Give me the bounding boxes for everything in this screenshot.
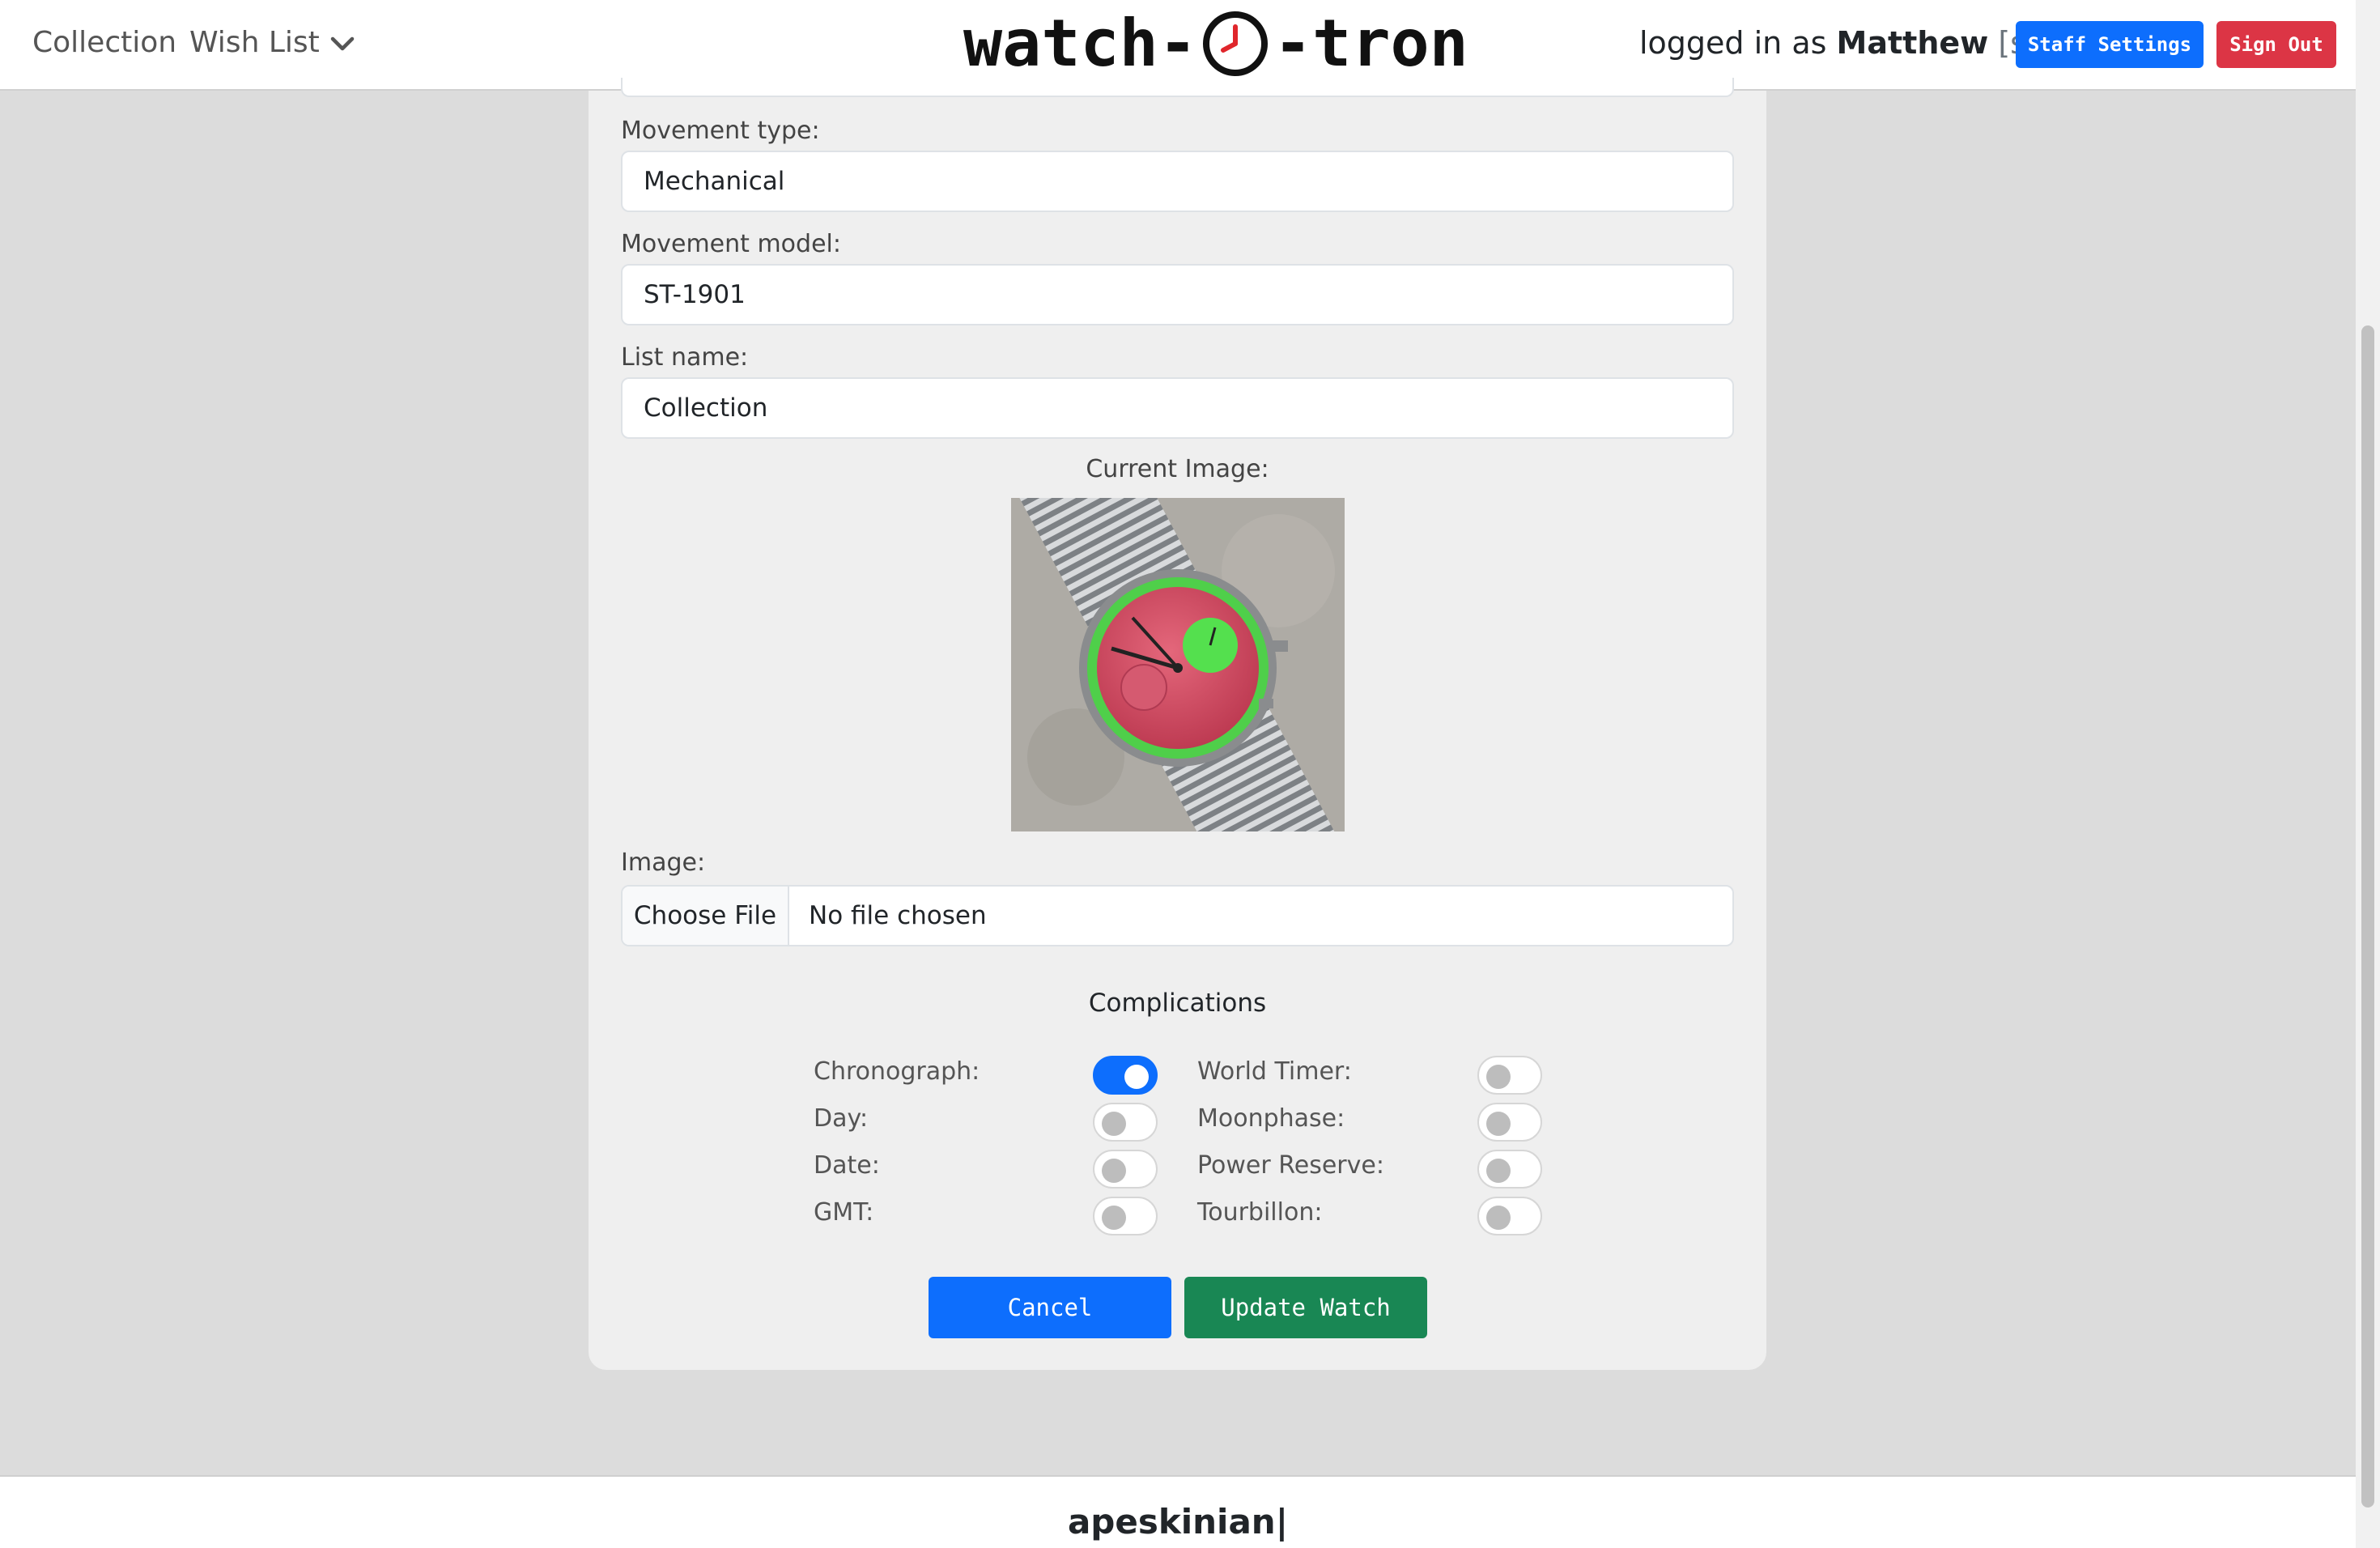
tourbillon-toggle[interactable] [1477,1197,1542,1235]
movement-type-input[interactable]: Mechanical [621,151,1734,212]
chronograph-toggle[interactable] [1093,1056,1158,1095]
staff-settings-button[interactable]: Staff Settings [2016,21,2204,68]
choose-file-button[interactable]: Choose File [623,887,789,945]
cancel-button[interactable]: Cancel [929,1277,1171,1338]
clock-icon [1201,9,1270,79]
date-label: Date: [814,1151,880,1180]
movement-model-label: Movement model: [621,230,841,258]
chronograph-label: Chronograph: [814,1057,980,1086]
footer: apeskinian| [0,1475,2356,1548]
file-status: No file chosen [809,901,987,930]
login-prefix: logged in as [1639,25,1827,61]
brand-logo[interactable]: watch- -tron [963,5,1468,83]
scrollbar-thumb[interactable] [2361,325,2374,1508]
sign-out-button[interactable]: Sign Out [2216,21,2336,68]
world-timer-label: World Timer: [1197,1057,1352,1086]
nav-link-collection[interactable]: Collection [32,22,176,64]
user-name: Matthew [1836,25,1989,61]
brand-text-left: watch- [963,6,1197,81]
current-image-label: Current Image: [1086,455,1269,483]
current-watch-image [1011,498,1345,831]
previous-field-input[interactable] [621,78,1734,97]
date-toggle[interactable] [1093,1150,1158,1189]
image-label: Image: [621,848,706,877]
day-toggle[interactable] [1093,1103,1158,1142]
world-timer-toggle[interactable] [1477,1056,1542,1095]
chevron-down-icon[interactable] [322,24,363,65]
power-reserve-toggle[interactable] [1477,1150,1542,1189]
tourbillon-label: Tourbillon: [1197,1198,1323,1227]
gmt-toggle[interactable] [1093,1197,1158,1235]
power-reserve-label: Power Reserve: [1197,1151,1384,1180]
movement-type-label: Movement type: [621,117,820,145]
gmt-label: GMT: [814,1198,874,1227]
day-label: Day: [814,1104,869,1133]
movement-model-input[interactable]: ST-1901 [621,264,1734,325]
moonphase-toggle[interactable] [1477,1103,1542,1142]
footer-text: apeskinian| [1067,1502,1289,1542]
brand-text-right: -tron [1273,6,1468,81]
image-file-input[interactable]: Choose File No file chosen [621,885,1734,946]
nav-link-wish-list[interactable]: Wish List [189,22,320,64]
list-name-label: List name: [621,343,749,372]
moonphase-label: Moonphase: [1197,1104,1345,1133]
list-name-input[interactable]: Collection [621,377,1734,439]
update-watch-button[interactable]: Update Watch [1184,1277,1427,1338]
complications-heading: Complications [1088,989,1267,1018]
